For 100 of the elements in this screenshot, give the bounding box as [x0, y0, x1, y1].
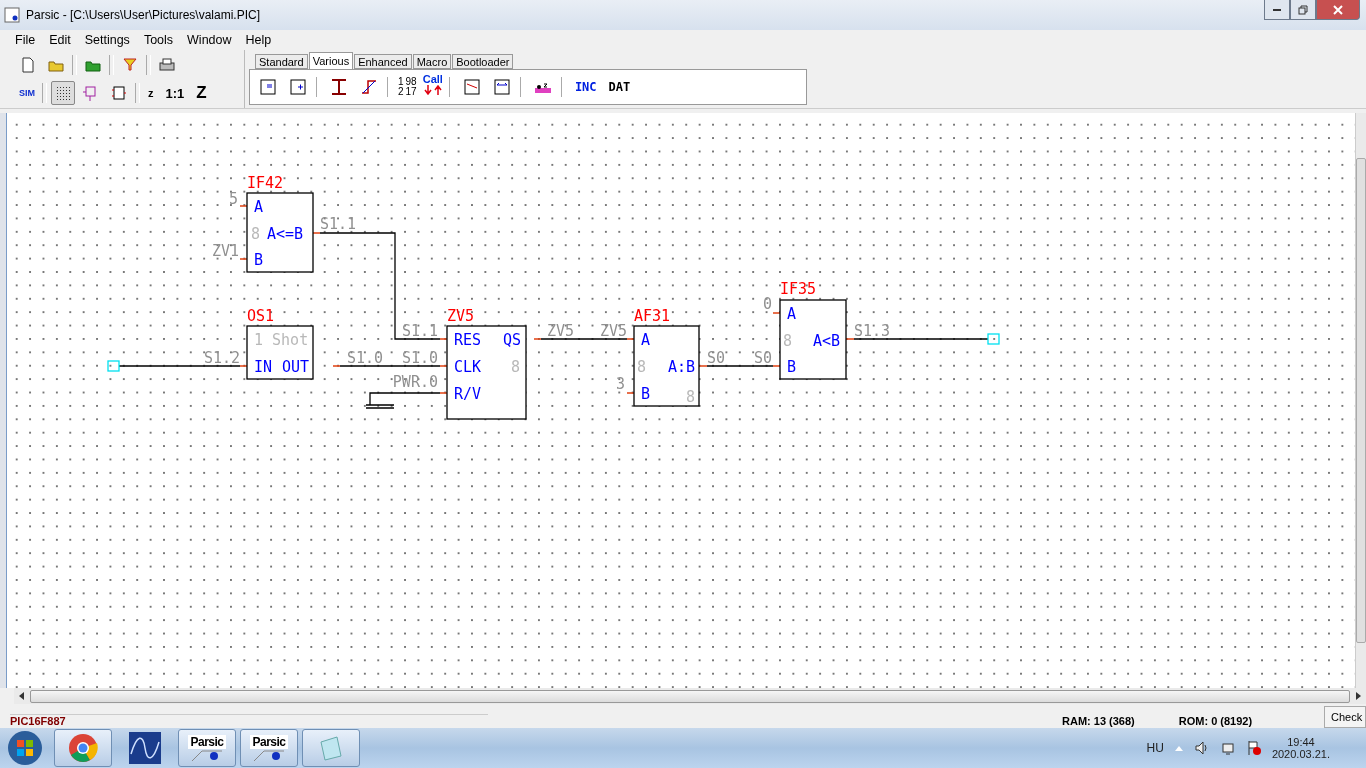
horizontal-scrollbar[interactable]	[14, 688, 1366, 704]
caret-icon	[1173, 744, 1184, 752]
wire	[706, 365, 774, 367]
net-label: 5	[228, 190, 238, 208]
net-label: ZV5	[547, 322, 575, 340]
close-icon	[1333, 4, 1343, 15]
block-name: IF35	[780, 280, 817, 298]
net-label: S1.1	[401, 322, 438, 340]
menu-item[interactable]: File	[8, 33, 43, 47]
add-block-icon	[289, 78, 307, 96]
right-arrow-icon	[1354, 692, 1362, 700]
taskbar-app[interactable]: Parsic	[240, 729, 298, 767]
zoom-button[interactable]: 1:1	[161, 81, 189, 105]
pin-label: R/V	[454, 385, 482, 403]
pin-label: B	[254, 251, 264, 269]
parsic-logo-icon	[254, 749, 284, 761]
clock[interactable]: 19:44 2020.03.21.	[1271, 736, 1330, 760]
call-button[interactable]: Call	[422, 73, 443, 101]
simulator-button[interactable]: SIM	[16, 81, 38, 105]
palette-tab[interactable]: Enhanced	[354, 54, 412, 69]
menu-item[interactable]: Edit	[42, 33, 78, 47]
pin-label: CLK	[454, 358, 482, 376]
menu-item[interactable]: Help	[238, 33, 279, 47]
hysteresis-icon	[360, 78, 378, 96]
check-button[interactable]: Check	[1324, 706, 1366, 728]
pin-label: B	[787, 358, 797, 376]
block-hint: 8	[251, 225, 261, 243]
notepad-icon	[317, 734, 345, 762]
increment-button[interactable]: INC	[571, 80, 600, 94]
vertical-scrollbar[interactable]	[1355, 113, 1366, 688]
rom-usage: ROM: 0 (8192)	[1178, 715, 1253, 728]
net-label: S1.1	[320, 215, 357, 233]
file-icon	[19, 56, 37, 74]
function-block[interactable]	[633, 325, 700, 407]
chip-icon	[110, 84, 128, 102]
left-arrow-icon	[18, 692, 26, 700]
pin-label: RES	[454, 331, 482, 349]
net-label: S0	[707, 349, 726, 367]
speaker-icon	[1193, 740, 1210, 756]
io-terminal[interactable]	[987, 333, 1000, 345]
block-name: AF31	[634, 307, 671, 325]
data-button[interactable]: DAT	[605, 80, 634, 94]
function-block[interactable]	[246, 325, 314, 380]
menu-item[interactable]: Tools	[136, 33, 181, 47]
net-label: ZV5	[599, 322, 627, 340]
io-terminal[interactable]	[107, 360, 120, 372]
grid-toggle-button[interactable]	[51, 81, 75, 105]
ram-usage: RAM: 13 (368)	[1062, 715, 1135, 728]
compare-block-icon	[259, 78, 277, 96]
pin-label: OUT	[281, 358, 309, 376]
palette-tab[interactable]: Bootloader	[452, 54, 514, 69]
minimize-icon	[1273, 8, 1281, 11]
maximize-button[interactable]	[1290, 0, 1316, 20]
ground-symbol-drawing	[365, 392, 395, 409]
grid-icon	[54, 84, 72, 102]
pin-label: A	[641, 331, 651, 349]
block-hint: 8	[511, 358, 521, 376]
net-label: S0	[753, 349, 772, 367]
vertical-arrow-icon	[330, 78, 348, 96]
function-block[interactable]	[446, 325, 527, 420]
pin-label: A	[254, 198, 264, 216]
block-name: IF42	[247, 174, 284, 192]
funnel-icon	[121, 56, 139, 74]
zoom-button[interactable]: Z	[192, 81, 211, 105]
function-block[interactable]	[246, 192, 314, 273]
palette-tab[interactable]: Standard	[255, 54, 308, 69]
palette-tab[interactable]: Macro	[412, 54, 452, 69]
block-hint: 1 Shot	[254, 331, 309, 349]
minimize-button[interactable]	[1264, 0, 1290, 20]
printer-icon	[158, 56, 176, 74]
block-operation: A<=B	[267, 225, 304, 243]
net-label: S1.3	[854, 322, 891, 340]
net-label: 0	[762, 295, 772, 313]
pin-label: QS	[502, 331, 521, 349]
block-hint: 8	[685, 388, 695, 406]
diagram-canvas[interactable]: IF42 A 8 A<=B B OS1 1 Shot IN OUT ZV5 RES QS CLK 8 R/V AF31 A 8 A:B B 8 IF35 A 8 A<B B 5 ZV1 S1.1 0 S1.1 ZV5 ZV5 S1.3 S1.2 S1.0 S1.0 S0 S0 PWR.0 3	[7, 113, 1355, 688]
function-block[interactable]	[779, 299, 847, 380]
number-table-icon[interactable]: 1 98 2 17	[398, 77, 417, 97]
arrows-icon	[422, 85, 443, 95]
net-label: S1.0	[347, 349, 384, 367]
net-label: S1.0	[401, 349, 438, 367]
block-name: ZV5	[447, 307, 475, 325]
taskbar-app[interactable]: Parsic	[178, 729, 236, 767]
language-indicator[interactable]: HU	[1146, 741, 1164, 755]
byte-icon	[492, 78, 511, 96]
close-button[interactable]	[1316, 0, 1360, 20]
multiplexer-icon	[462, 78, 481, 96]
net-label: PWR.0	[392, 373, 438, 391]
net-label: 3	[615, 375, 625, 393]
menu-item[interactable]: Window	[180, 33, 239, 47]
zoom-button[interactable]: z	[144, 81, 158, 105]
block-operation: A<B	[812, 332, 840, 350]
wire	[380, 392, 441, 394]
menu-item[interactable]: Settings	[77, 33, 137, 47]
taskbar-app[interactable]	[54, 729, 112, 767]
pin-label: IN	[254, 358, 273, 376]
windows-logo-icon	[7, 730, 43, 766]
wave-icon	[129, 732, 161, 764]
restore-icon	[1298, 4, 1308, 15]
palette-tab[interactable]: Various	[308, 52, 354, 69]
